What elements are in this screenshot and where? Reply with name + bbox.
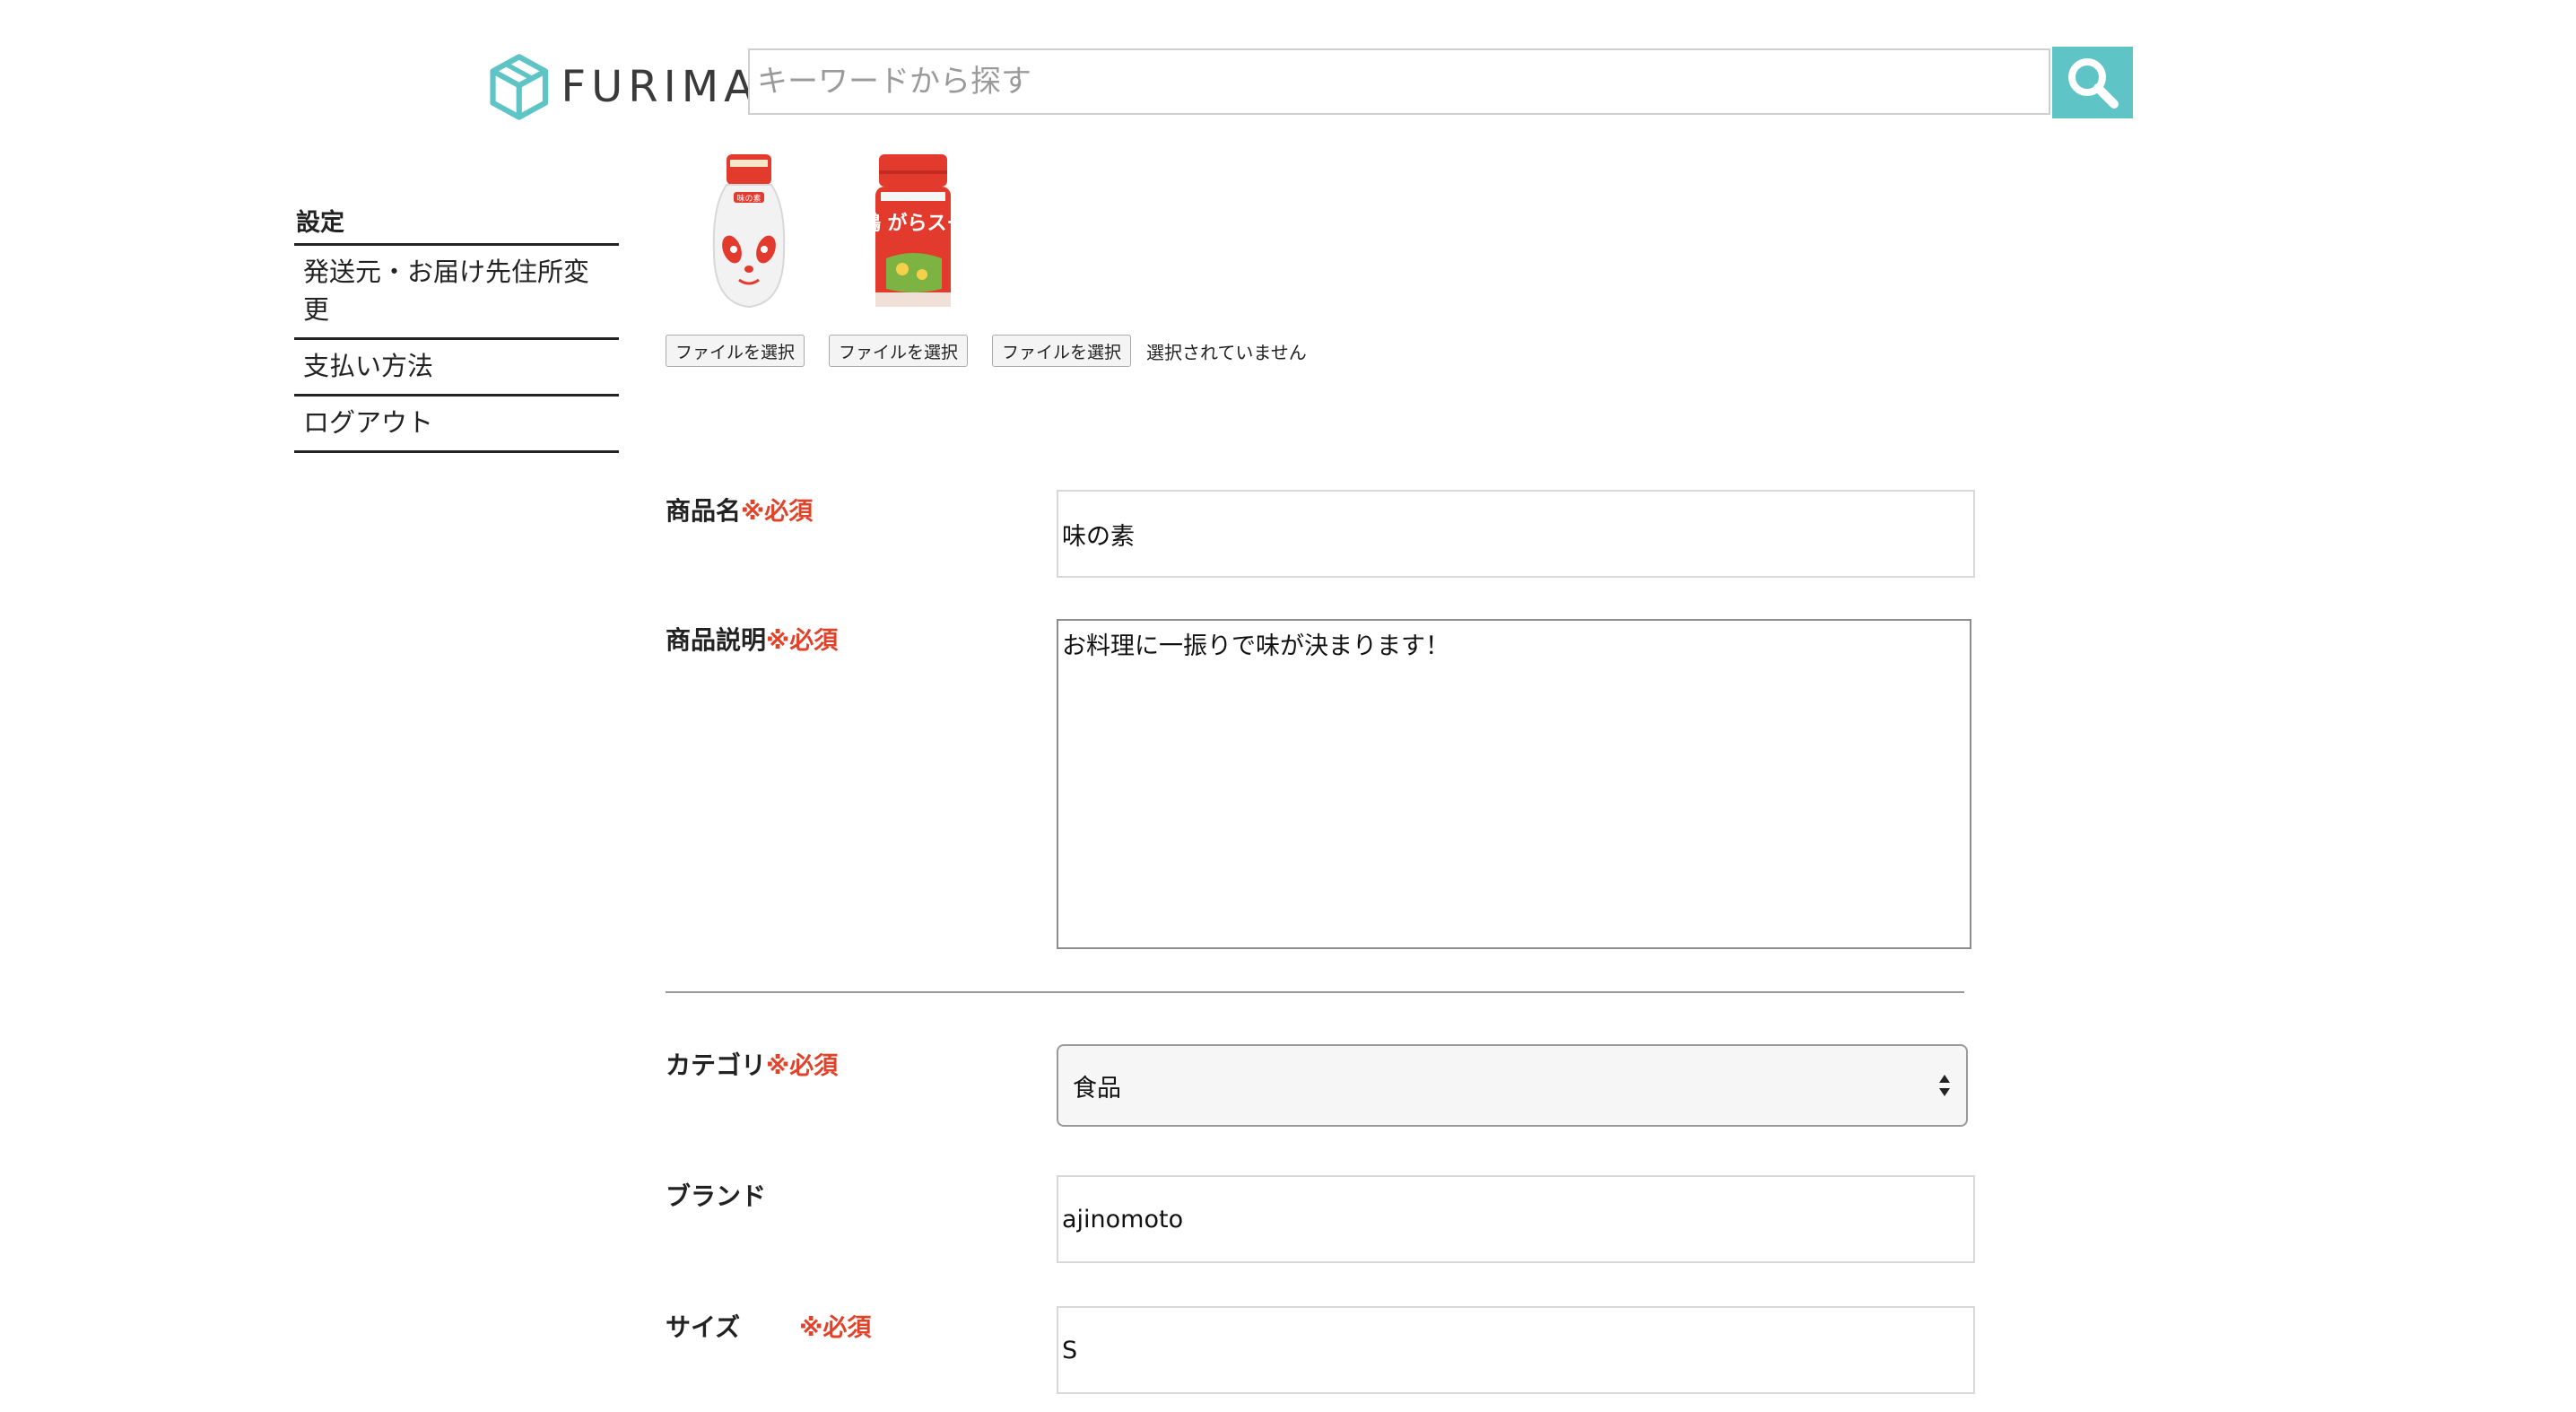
file-select-button-3[interactable]: ファイルを選択 [992,335,1132,367]
required-mark: ※必須 [766,627,839,655]
furima-logo[interactable]: FURIMA [490,48,759,126]
brand-label: ブランド [666,1181,767,1211]
file-select-button-1[interactable]: ファイルを選択 [666,335,805,367]
description-label-group: 商品説明※必須 [666,621,838,657]
no-file-selected-text: 選択されていません [1146,341,1307,363]
size-label: サイズ [666,1312,741,1342]
size-input[interactable]: S [1057,1306,1975,1394]
required-mark: ※必須 [799,1314,872,1342]
search-icon [2068,58,2119,109]
product-image-ajinomoto: 味の素 [700,153,798,314]
search-input[interactable] [748,48,2050,115]
product-name-input[interactable]: 味の素 [1057,490,1975,578]
file-select-button-2[interactable]: ファイルを選択 [829,335,969,367]
settings-sidebar: 設定 発送元・お届け先住所変更 支払い方法 ログアウト [294,203,619,453]
torigara-label: 丸鶏 がらスープ [863,212,962,235]
category-label: カテゴリ [666,1050,767,1080]
brand-input[interactable]: ajinomoto [1057,1175,1975,1263]
product-image-torigara: 丸鶏 がらスープ [840,153,986,314]
select-arrows-icon [1939,1075,1950,1096]
product-name-label: 商品名 [666,496,742,526]
section-divider [666,991,1964,993]
description-textarea[interactable]: お料理に一振りで味が決まります！ [1057,619,1971,949]
sidebar-title: 設定 [294,203,619,246]
ajinomoto-label: 味の素 [736,193,761,204]
size-label-group: サイズ ※必須 [666,1308,871,1344]
required-mark: ※必須 [766,1052,839,1080]
logo-text: FURIMA [561,62,759,112]
box-logo-icon [490,54,549,120]
description-label: 商品説明 [666,625,767,655]
category-label-group: カテゴリ※必須 [666,1046,838,1082]
sidebar-item-logout[interactable]: ログアウト [294,397,619,453]
brand-label-group: ブランド [666,1177,766,1213]
category-select[interactable]: 食品 [1057,1044,1968,1127]
sidebar-item-address[interactable]: 発送元・お届け先住所変更 [294,246,619,340]
search-button[interactable] [2052,47,2133,118]
product-name-label-group: 商品名※必須 [666,492,813,527]
category-selected-value: 食品 [1073,1074,1121,1103]
sidebar-item-payment[interactable]: 支払い方法 [294,340,619,397]
required-mark: ※必須 [741,498,814,526]
